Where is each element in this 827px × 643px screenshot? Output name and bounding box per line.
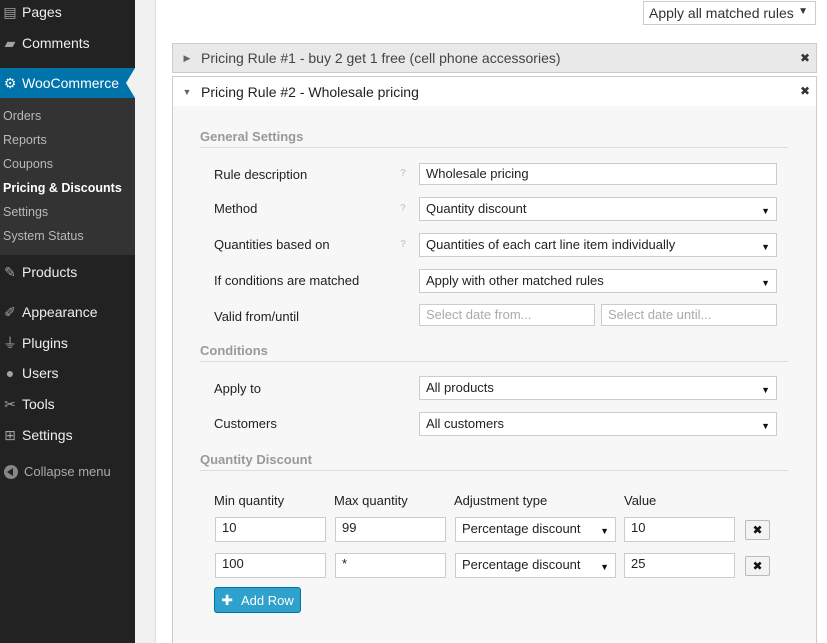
adjustment-type-select[interactable]: Percentage discount ▼ <box>455 517 616 542</box>
chevron-down-icon: ▼ <box>798 6 808 17</box>
gear-icon: ⚙ <box>3 74 17 91</box>
remove-rule-1-icon[interactable]: ✖ <box>800 51 810 65</box>
add-row-button[interactable]: ✚ Add Row <box>214 587 301 613</box>
help-icon[interactable]: ? <box>400 239 406 250</box>
submenu-item-system-status[interactable]: System Status <box>3 229 84 243</box>
sidebar-item-appearance[interactable]: ✐ Appearance <box>0 297 135 327</box>
brush-icon: ✐ <box>4 303 16 320</box>
chevron-down-icon: ▼ <box>761 385 770 395</box>
collapse-menu-button[interactable]: Collapse menu <box>0 464 111 479</box>
collapse-arrow-icon <box>4 464 18 479</box>
submenu-item-orders[interactable]: Orders <box>3 109 41 123</box>
sidebar-item-users[interactable]: ● Users <box>0 358 135 388</box>
plus-icon: ✚ <box>221 591 233 608</box>
sidebar-item-pages[interactable]: ▤ Pages <box>0 0 135 27</box>
rule-selection-method-select[interactable]: Apply all matched rules ▼ <box>643 1 816 25</box>
apply-to-select[interactable]: All products ▼ <box>419 376 777 400</box>
chevron-down-icon: ▼ <box>600 562 609 572</box>
delete-row-button[interactable]: ✖ <box>745 556 770 576</box>
column-header-max-quantity: Max quantity <box>334 493 408 508</box>
date-from-input[interactable]: Select date from... <box>419 304 595 326</box>
chevron-down-icon: ▼ <box>761 206 770 216</box>
max-quantity-input[interactable]: 99 <box>335 517 446 542</box>
sliders-icon: ⊞ <box>4 426 16 443</box>
chevron-down-icon: ▼ <box>761 278 770 288</box>
pin-icon: ✎ <box>4 263 16 280</box>
chevron-down-icon: ▼ <box>182 86 192 97</box>
customers-select[interactable]: All customers ▼ <box>419 412 777 436</box>
general-settings-title: General Settings <box>200 129 304 144</box>
sidebar-item-products[interactable]: ✎ Products <box>0 257 135 287</box>
chevron-down-icon: ▼ <box>600 526 609 536</box>
apply-to-label: Apply to <box>214 381 261 396</box>
chevron-right-icon: ▶ <box>183 52 191 63</box>
current-menu-arrow <box>126 68 135 98</box>
conditions-title: Conditions <box>200 343 268 358</box>
column-header-adjustment-type: Adjustment type <box>454 493 548 508</box>
submenu-item-reports[interactable]: Reports <box>3 133 47 147</box>
submenu-item-pricing-discounts[interactable]: Pricing & Discounts <box>3 181 122 195</box>
conditions-matched-label: If conditions are matched <box>214 273 360 288</box>
admin-sidebar: ▤ Pages ▰ Comments ⚙ WooCommerce Orders … <box>0 0 135 643</box>
max-quantity-input[interactable]: * <box>335 553 446 578</box>
remove-rule-2-icon[interactable]: ✖ <box>800 84 810 98</box>
comments-icon: ▰ <box>4 34 16 51</box>
submenu-item-coupons[interactable]: Coupons <box>3 157 53 171</box>
chevron-down-icon: ▼ <box>761 421 770 431</box>
plug-icon: ⏚ <box>3 335 17 351</box>
quantity-discount-title: Quantity Discount <box>200 452 312 467</box>
sidebar-item-tools[interactable]: ✂ Tools <box>0 389 135 419</box>
delete-row-button[interactable]: ✖ <box>745 520 770 540</box>
help-icon[interactable]: ? <box>400 168 406 179</box>
section-divider <box>200 470 788 471</box>
submenu-item-settings[interactable]: Settings <box>3 205 48 219</box>
method-label: Method <box>214 201 258 216</box>
woocommerce-submenu: Orders Reports Coupons Pricing & Discoun… <box>0 98 135 255</box>
sidebar-item-comments[interactable]: ▰ Comments <box>0 28 135 58</box>
conditions-matched-select[interactable]: Apply with other matched rules ▼ <box>419 269 777 293</box>
column-header-min-quantity: Min quantity <box>214 493 285 508</box>
user-icon: ● <box>5 365 15 381</box>
sidebar-item-plugins[interactable]: ⏚ Plugins <box>0 328 135 358</box>
sidebar-item-woocommerce[interactable]: ⚙ WooCommerce <box>0 68 135 98</box>
value-input[interactable]: 10 <box>624 517 735 542</box>
rule-description-label: Rule description <box>214 167 308 182</box>
pricing-rule-2-header[interactable]: ▼ Pricing Rule #2 - Wholesale pricing ✖ <box>172 76 817 107</box>
method-select[interactable]: Quantity discount ▼ <box>419 197 777 221</box>
customers-label: Customers <box>214 416 277 431</box>
chevron-down-icon: ▼ <box>761 242 770 252</box>
rule-description-input[interactable]: Wholesale pricing <box>419 163 777 185</box>
close-icon: ✖ <box>752 559 763 573</box>
sidebar-item-settings[interactable]: ⊞ Settings <box>0 420 135 450</box>
adjustment-type-select[interactable]: Percentage discount ▼ <box>455 553 616 578</box>
close-icon: ✖ <box>752 523 763 537</box>
min-quantity-input[interactable]: 100 <box>215 553 326 578</box>
section-divider <box>200 361 788 362</box>
quantities-based-on-label: Quantities based on <box>214 237 330 252</box>
date-until-input[interactable]: Select date until... <box>601 304 777 326</box>
value-input[interactable]: 25 <box>624 553 735 578</box>
quantities-based-on-select[interactable]: Quantities of each cart line item indivi… <box>419 233 777 257</box>
help-icon[interactable]: ? <box>400 203 406 214</box>
column-header-value: Value <box>624 493 657 508</box>
wrench-icon: ✂ <box>4 395 16 412</box>
valid-from-until-label: Valid from/until <box>214 309 300 324</box>
min-quantity-input[interactable]: 10 <box>215 517 326 542</box>
pages-icon: ▤ <box>3 3 17 20</box>
section-divider <box>200 147 788 148</box>
pricing-rule-1-header[interactable]: ▶ Pricing Rule #1 - buy 2 get 1 free (ce… <box>172 43 817 73</box>
